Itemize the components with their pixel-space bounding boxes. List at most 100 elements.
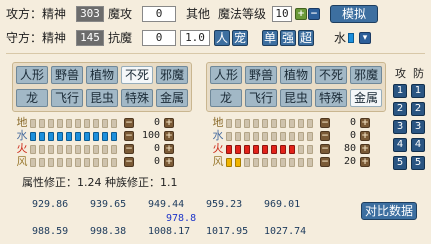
attacker-element-bar-segment[interactable]: [75, 132, 81, 141]
simulate-button[interactable]: 模拟: [330, 5, 378, 23]
defender-element-bar-segment[interactable]: [262, 119, 268, 128]
mode-single-button[interactable]: 单: [262, 30, 278, 46]
defender-element-bar-segment[interactable]: [280, 132, 286, 141]
defender-element-bar-segment[interactable]: [289, 132, 295, 141]
defender-element-bar-segment[interactable]: [307, 158, 313, 167]
attacker-element-bar-segment[interactable]: [48, 119, 54, 128]
target-pet-button[interactable]: 宠: [232, 30, 248, 46]
defender-element-bar-segment[interactable]: [298, 119, 304, 128]
attacker-element-decrease-icon[interactable]: −: [124, 131, 134, 141]
defender-element-bar-segment[interactable]: [244, 158, 250, 167]
defense-slot-button-3[interactable]: 3: [411, 120, 425, 134]
defender-element-bar-segment[interactable]: [307, 132, 313, 141]
defender-element-increase-icon[interactable]: +: [360, 144, 370, 154]
attacker-element-bar-segment[interactable]: [102, 145, 108, 154]
attacker-element-bar-segment[interactable]: [102, 132, 108, 141]
defender-element-bar-segment[interactable]: [253, 119, 259, 128]
magic-level-down-icon[interactable]: −: [308, 8, 320, 20]
defender-category-row1-2[interactable]: 植物: [280, 66, 312, 84]
defender-element-bar-segment[interactable]: [298, 158, 304, 167]
defender-category-row1-3[interactable]: 不死: [315, 66, 347, 84]
defender-element-decrease-icon[interactable]: −: [320, 131, 330, 141]
attacker-spirit-field[interactable]: 303: [76, 6, 104, 22]
target-human-button[interactable]: 人: [214, 30, 230, 46]
defender-element-bar-segment[interactable]: [271, 119, 277, 128]
attacker-element-increase-icon[interactable]: +: [164, 144, 174, 154]
defender-element-bar-segment[interactable]: [235, 132, 241, 141]
defender-element-bar-segment[interactable]: [226, 145, 232, 154]
mode-super-button[interactable]: 超: [298, 30, 314, 46]
attacker-element-bar-segment[interactable]: [30, 145, 36, 154]
attacker-category-row1-2[interactable]: 植物: [86, 66, 118, 84]
attacker-element-bar-segment[interactable]: [39, 119, 45, 128]
attacker-element-bar-segment[interactable]: [111, 145, 117, 154]
defender-element-bar-segment[interactable]: [298, 132, 304, 141]
attack-slot-button-4[interactable]: 4: [393, 138, 407, 152]
element-dropdown-chevron-icon[interactable]: ▾: [359, 32, 371, 44]
defender-element-increase-icon[interactable]: +: [360, 157, 370, 167]
attacker-category-row2-2[interactable]: 昆虫: [86, 89, 118, 107]
attacker-element-bar-segment[interactable]: [66, 158, 72, 167]
defender-element-bar-segment[interactable]: [298, 145, 304, 154]
attack-slot-button-3[interactable]: 3: [393, 120, 407, 134]
defender-element-bar-segment[interactable]: [226, 132, 232, 141]
mode-strong-button[interactable]: 强: [280, 30, 296, 46]
magic-level-field[interactable]: 10: [272, 6, 292, 22]
attacker-element-decrease-icon[interactable]: −: [124, 144, 134, 154]
attacker-element-bar-segment[interactable]: [57, 158, 63, 167]
attacker-element-bar-segment[interactable]: [57, 145, 63, 154]
attacker-element-bar-segment[interactable]: [30, 119, 36, 128]
attacker-category-row2-3[interactable]: 特殊: [121, 89, 153, 107]
attacker-element-bar-segment[interactable]: [66, 145, 72, 154]
compare-data-button[interactable]: 对比数据: [361, 202, 417, 220]
attacker-element-bar-segment[interactable]: [102, 119, 108, 128]
defender-element-increase-icon[interactable]: +: [360, 118, 370, 128]
defender-element-bar-segment[interactable]: [253, 132, 259, 141]
defender-category-row1-0[interactable]: 人形: [210, 66, 242, 84]
attacker-element-bar-segment[interactable]: [84, 145, 90, 154]
defender-category-row2-1[interactable]: 飞行: [245, 89, 277, 107]
attacker-element-increase-icon[interactable]: +: [164, 131, 174, 141]
attacker-element-bar-segment[interactable]: [48, 132, 54, 141]
attack-slot-button-2[interactable]: 2: [393, 102, 407, 116]
attacker-element-bar-segment[interactable]: [39, 158, 45, 167]
attacker-element-bar-segment[interactable]: [30, 158, 36, 167]
defender-element-bar-segment[interactable]: [280, 158, 286, 167]
attacker-element-bar-segment[interactable]: [93, 119, 99, 128]
attacker-element-bar-segment[interactable]: [75, 119, 81, 128]
defender-category-row2-0[interactable]: 龙: [210, 89, 242, 107]
defender-element-bar-segment[interactable]: [280, 119, 286, 128]
attack-slot-button-5[interactable]: 5: [393, 156, 407, 170]
defender-element-bar-segment[interactable]: [271, 158, 277, 167]
attacker-category-row1-0[interactable]: 人形: [16, 66, 48, 84]
defender-category-row1-4[interactable]: 邪魔: [350, 66, 382, 84]
attacker-element-bar-segment[interactable]: [93, 158, 99, 167]
defender-element-bar-segment[interactable]: [253, 158, 259, 167]
attacker-element-decrease-icon[interactable]: −: [124, 157, 134, 167]
attacker-element-increase-icon[interactable]: +: [164, 157, 174, 167]
defender-category-row2-2[interactable]: 昆虫: [280, 89, 312, 107]
defender-element-bar-segment[interactable]: [289, 145, 295, 154]
defense-slot-button-5[interactable]: 5: [411, 156, 425, 170]
attacker-element-bar-segment[interactable]: [57, 119, 63, 128]
attacker-element-bar-segment[interactable]: [66, 132, 72, 141]
defender-element-decrease-icon[interactable]: −: [320, 144, 330, 154]
attacker-element-bar-segment[interactable]: [93, 132, 99, 141]
attacker-element-bar-segment[interactable]: [111, 119, 117, 128]
attacker-category-row2-4[interactable]: 金属: [156, 89, 188, 107]
magic-attack-field[interactable]: 0: [142, 6, 176, 22]
defender-element-bar-segment[interactable]: [253, 145, 259, 154]
attacker-category-row1-3[interactable]: 不死: [121, 66, 153, 84]
attacker-element-bar-segment[interactable]: [84, 119, 90, 128]
attacker-element-bar-segment[interactable]: [57, 132, 63, 141]
defender-element-bar-segment[interactable]: [289, 158, 295, 167]
attacker-category-row1-1[interactable]: 野兽: [51, 66, 83, 84]
magic-resist-field[interactable]: 0: [142, 30, 176, 46]
defender-element-bar-segment[interactable]: [289, 119, 295, 128]
defender-element-bar-segment[interactable]: [280, 145, 286, 154]
defender-element-bar-segment[interactable]: [262, 158, 268, 167]
attacker-element-bar-segment[interactable]: [39, 145, 45, 154]
defender-element-bar-segment[interactable]: [244, 119, 250, 128]
attacker-element-bar-segment[interactable]: [111, 132, 117, 141]
defender-element-increase-icon[interactable]: +: [360, 131, 370, 141]
